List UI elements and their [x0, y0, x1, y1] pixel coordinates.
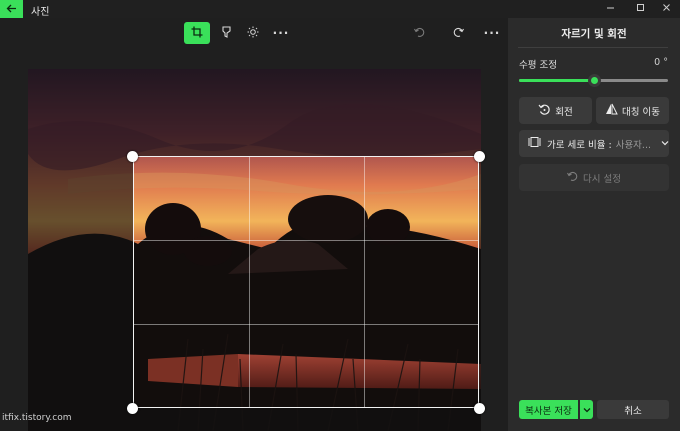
- title-bar: 사진: [0, 0, 680, 18]
- crop-handle-top-right[interactable]: [474, 151, 485, 162]
- cancel-button[interactable]: 취소: [597, 400, 669, 419]
- crop-rotate-panel: 자르기 및 회전 수평 조정 0 ° 회전 대칭 이동 가로 세로 비율 : 사…: [508, 18, 680, 431]
- more-options-button[interactable]: ···: [269, 22, 293, 44]
- crop-handle-bottom-left[interactable]: [127, 403, 138, 414]
- aspect-ratio-icon: [528, 136, 541, 151]
- filter-tool-button[interactable]: [241, 22, 265, 44]
- grid-line: [134, 324, 478, 325]
- cancel-label: 취소: [624, 405, 642, 417]
- close-button[interactable]: [652, 0, 680, 18]
- undo-button[interactable]: [408, 22, 432, 44]
- more-options-button-right[interactable]: ···: [480, 22, 504, 44]
- grid-line: [364, 157, 365, 407]
- maximize-icon: [636, 3, 645, 15]
- filter-icon: [247, 26, 259, 41]
- rotate-icon: [538, 103, 551, 119]
- maximize-button[interactable]: [626, 0, 654, 18]
- minimize-button[interactable]: [596, 0, 624, 18]
- back-arrow-icon: [6, 3, 17, 16]
- crop-handle-top-left[interactable]: [127, 151, 138, 162]
- grid-line: [249, 157, 250, 407]
- straighten-value: 0 °: [654, 57, 668, 68]
- straighten-slider[interactable]: [519, 74, 668, 87]
- reset-icon: [567, 170, 579, 185]
- crop-tool-button[interactable]: [184, 22, 210, 44]
- grid-line: [134, 240, 478, 241]
- save-options-button[interactable]: [580, 400, 593, 419]
- slider-fill: [519, 79, 594, 82]
- aspect-ratio-label: 가로 세로 비율 :: [547, 139, 612, 151]
- more-icon: ···: [272, 26, 290, 40]
- chevron-down-icon: [583, 403, 591, 416]
- straighten-label: 수평 조정: [519, 60, 557, 71]
- redo-button[interactable]: [446, 22, 470, 44]
- back-button[interactable]: [0, 0, 23, 18]
- undo-icon: [414, 26, 426, 41]
- rotate-button[interactable]: 회전: [519, 97, 592, 124]
- save-copy-button[interactable]: 복사본 저장: [519, 400, 578, 419]
- app-title: 사진: [31, 7, 50, 18]
- crop-mask-bottom: [28, 408, 481, 431]
- flip-label: 대칭 이동: [622, 106, 660, 118]
- crop-mask-right: [479, 156, 481, 408]
- crop-mask-left: [28, 156, 133, 408]
- panel-title: 자르기 및 회전: [561, 28, 627, 40]
- crop-icon: [191, 26, 203, 41]
- crop-mask-top: [28, 69, 481, 156]
- aspect-ratio-value: 사용자...: [615, 139, 651, 151]
- crop-frame[interactable]: [133, 156, 479, 408]
- slider-thumb[interactable]: [587, 74, 601, 87]
- divider: [518, 47, 668, 48]
- adjust-tool-button[interactable]: [214, 22, 238, 44]
- save-copy-label: 복사본 저장: [525, 405, 572, 417]
- watermark-text: itfix.tistory.com: [2, 413, 72, 423]
- flip-icon: [605, 103, 618, 118]
- more-icon: ···: [483, 26, 501, 40]
- aspect-ratio-dropdown[interactable]: 가로 세로 비율 : 사용자...: [519, 130, 669, 157]
- minimize-icon: [606, 3, 615, 15]
- adjust-icon: [221, 25, 232, 41]
- crop-handle-bottom-right[interactable]: [474, 403, 485, 414]
- close-icon: [662, 3, 671, 15]
- reset-label: 다시 설정: [583, 173, 621, 185]
- redo-icon: [452, 26, 464, 41]
- rotate-label: 회전: [555, 106, 573, 118]
- reset-button[interactable]: 다시 설정: [519, 164, 669, 191]
- chevron-down-icon: [661, 138, 669, 149]
- flip-button[interactable]: 대칭 이동: [596, 97, 669, 124]
